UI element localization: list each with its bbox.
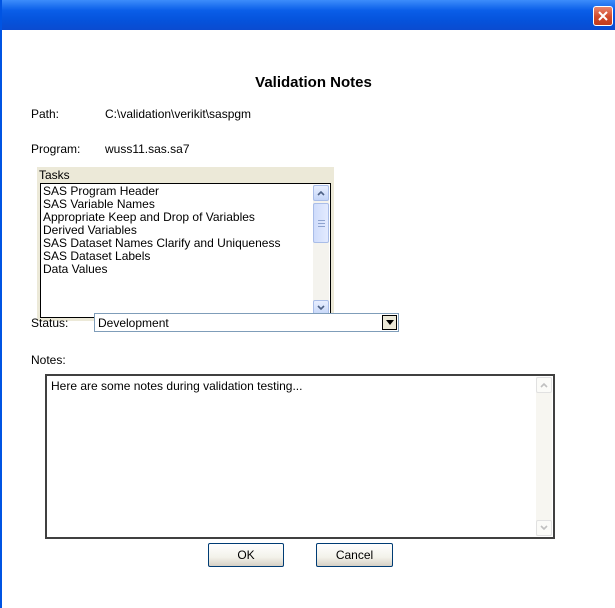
- dialog-title: Validation Notes: [255, 74, 372, 91]
- notes-scrollbar[interactable]: [536, 377, 552, 536]
- notes-scroll-up-button[interactable]: [536, 377, 552, 393]
- program-value: wuss11.sas.sa7: [105, 142, 190, 156]
- down-arrow-icon: [540, 525, 548, 531]
- notes-textarea[interactable]: Here are some notes during validation te…: [45, 374, 555, 539]
- ok-button[interactable]: OK: [208, 543, 284, 567]
- dialog-window: Validation Notes Path: C:\validation\ver…: [0, 0, 615, 608]
- grip-line: [318, 223, 325, 224]
- close-icon: [598, 11, 608, 21]
- notes-text[interactable]: Here are some notes during validation te…: [51, 379, 302, 393]
- scroll-up-button[interactable]: [313, 185, 329, 201]
- tasks-group: Tasks SAS Program Header SAS Variable Na…: [37, 167, 334, 321]
- chevron-down-icon: [385, 320, 394, 325]
- tasks-items: SAS Program Header SAS Variable Names Ap…: [43, 185, 305, 276]
- close-button[interactable]: [593, 6, 613, 26]
- validation-notes-form: Validation Notes Path: C:\validation\ver…: [12, 30, 615, 608]
- down-arrow-icon: [317, 305, 325, 311]
- status-select[interactable]: Development: [94, 313, 399, 332]
- status-dropdown-button[interactable]: [382, 315, 397, 330]
- grip-line: [318, 220, 325, 221]
- up-arrow-icon: [317, 190, 325, 196]
- status-value: Development: [98, 316, 169, 330]
- program-label: Program:: [31, 142, 81, 156]
- notes-scroll-down-button[interactable]: [536, 520, 552, 536]
- tasks-label: Tasks: [39, 168, 70, 182]
- path-value: C:\validation\verikit\saspgm: [105, 107, 252, 121]
- up-arrow-icon: [540, 382, 548, 388]
- status-label: Status:: [31, 316, 69, 330]
- tasks-listbox[interactable]: SAS Program Header SAS Variable Names Ap…: [40, 183, 331, 318]
- path-label: Path:: [31, 107, 60, 121]
- scroll-thumb[interactable]: [313, 203, 329, 243]
- cancel-button[interactable]: Cancel: [316, 543, 393, 567]
- list-item[interactable]: Data Values: [43, 263, 305, 276]
- grip-line: [318, 226, 325, 227]
- tasks-scrollbar[interactable]: [313, 185, 329, 316]
- notes-label: Notes:: [31, 353, 66, 367]
- title-bar[interactable]: [2, 0, 615, 30]
